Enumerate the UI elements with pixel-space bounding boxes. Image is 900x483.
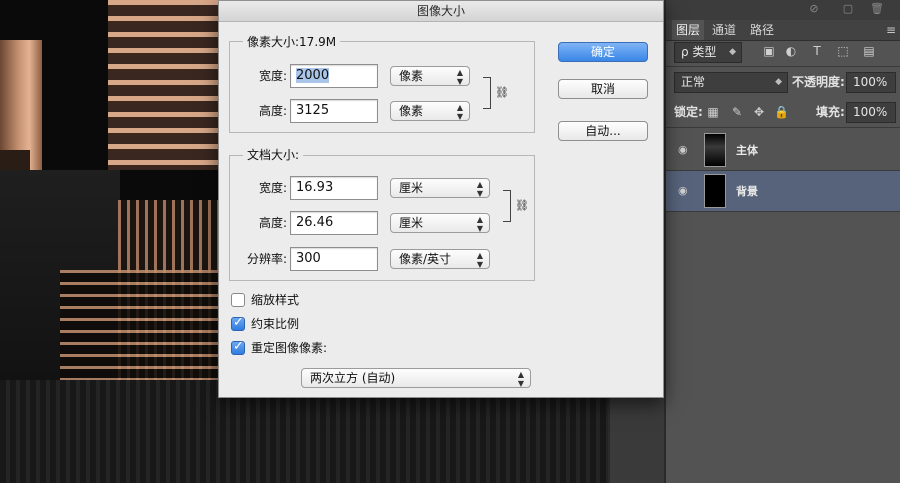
constrain-proportions-checkbox[interactable]	[231, 315, 245, 331]
panel-topbar: ⊘ ▢ 🗑	[666, 0, 900, 20]
resolution-label: 分辨率:	[246, 252, 287, 266]
filter-kind-select[interactable]: ρ 类型 ◆	[674, 42, 742, 63]
ok-button[interactable]: 确定	[558, 42, 648, 62]
fill-label: 填充:	[816, 105, 845, 119]
adjustment-filter-icon[interactable]: ◐	[784, 44, 798, 58]
eye-icon[interactable]: ◉	[678, 185, 692, 197]
layer-thumbnail	[704, 133, 726, 167]
doc-width-label: 宽度:	[258, 181, 287, 195]
layer-thumbnail	[704, 174, 726, 208]
opacity-value: 100%	[853, 75, 888, 89]
pixel-width-input[interactable]: 2000	[290, 64, 378, 88]
square-icon[interactable]: ▢	[842, 3, 854, 15]
pixel-height-label: 高度:	[258, 104, 287, 118]
chain-link-icon: ⛓	[515, 199, 529, 212]
lock-brush-icon[interactable]: ✎	[730, 105, 744, 119]
doc-height-value: 26.46	[296, 215, 334, 230]
divider	[666, 211, 900, 212]
dialog-title: 图像大小	[219, 1, 663, 22]
image-filter-icon[interactable]: ▣	[762, 44, 776, 58]
opacity-label: 不透明度:	[792, 75, 845, 89]
opacity-input[interactable]: 100%	[846, 72, 896, 93]
layer-name: 背景	[736, 185, 758, 198]
chevron-updown-icon: ▲ ▼	[476, 251, 483, 269]
tab-paths[interactable]: 路径	[746, 20, 778, 40]
layer-row[interactable]: ◉ 背景	[666, 171, 900, 211]
pixel-width-unit-select[interactable]: 像素 ▲ ▼	[390, 66, 470, 86]
pixel-dimensions-title: 像素大小:17.9M	[243, 35, 341, 49]
resample-checkbox[interactable]	[231, 339, 245, 355]
pixel-height-unit-select[interactable]: 像素 ▲ ▼	[390, 101, 470, 121]
fill-value: 100%	[853, 105, 888, 119]
lock-move-icon[interactable]: ✥	[752, 105, 766, 119]
shape-filter-icon[interactable]: ⬚	[836, 44, 850, 58]
doc-width-value: 16.93	[296, 180, 334, 195]
doc-height-input[interactable]: 26.46	[290, 211, 378, 235]
resolution-unit: 像素/英寸	[399, 252, 452, 266]
doc-height-unit-select[interactable]: 厘米 ▲ ▼	[390, 213, 490, 233]
resample-label: 重定图像像素:	[251, 341, 328, 355]
resolution-value: 300	[296, 251, 321, 266]
layers-panel: ⊘ ▢ 🗑 图层 通道 路径 ≡ ρ 类型 ◆ ▣ ◐ T ⬚ ▤ 正常 ◆ 不…	[666, 0, 900, 483]
trash-icon[interactable]: 🗑	[870, 3, 884, 15]
pixel-height-value: 3125	[296, 103, 330, 118]
chevron-updown-icon: ▲ ▼	[476, 180, 483, 198]
tab-channels[interactable]: 通道	[708, 20, 740, 40]
link-bracket	[503, 190, 511, 222]
doc-width-unit: 厘米	[399, 181, 424, 195]
chain-link-icon: ⛓	[495, 86, 509, 99]
doc-height-label: 高度:	[258, 216, 287, 230]
layer-row[interactable]: ◉ 主体	[666, 130, 900, 170]
document-size-title: 文档大小:	[243, 148, 304, 162]
no-icon[interactable]: ⊘	[808, 3, 820, 15]
divider	[666, 66, 900, 67]
filter-kind-label: ρ 类型	[681, 45, 717, 59]
scale-styles-label: 缩放样式	[251, 293, 300, 307]
building-shape	[108, 0, 220, 170]
fill-input[interactable]: 100%	[846, 102, 896, 123]
pixel-width-label: 宽度:	[258, 69, 287, 83]
resample-method-select[interactable]: 两次立方 (自动) ▲ ▼	[301, 368, 531, 388]
scale-styles-checkbox[interactable]	[231, 293, 245, 307]
panel-menu-icon[interactable]: ≡	[886, 20, 896, 40]
auto-button[interactable]: 自动...	[558, 121, 648, 141]
chevron-updown-icon: ▲ ▼	[517, 370, 524, 388]
pixel-height-input[interactable]: 3125	[290, 99, 378, 123]
pixel-width-value: 2000	[296, 68, 330, 83]
chevron-updown-icon: ◆	[775, 77, 782, 87]
eye-icon[interactable]: ◉	[678, 144, 692, 156]
resolution-input[interactable]: 300	[290, 247, 378, 271]
lock-all-icon[interactable]: 🔒	[774, 105, 789, 119]
link-bracket	[483, 77, 491, 109]
image-size-dialog: 图像大小 像素大小:17.9M 宽度: 2000 像素 ▲ ▼ 高度: 3125 …	[218, 0, 664, 398]
constrain-proportions-label: 约束比例	[251, 317, 300, 331]
type-filter-icon[interactable]: T	[810, 44, 824, 58]
chevron-updown-icon: ▲ ▼	[456, 103, 463, 121]
blend-mode-label: 正常	[681, 75, 706, 89]
doc-height-unit: 厘米	[399, 216, 424, 230]
lock-transparent-icon[interactable]: ▦	[706, 105, 720, 119]
blend-mode-select[interactable]: 正常 ◆	[674, 72, 788, 93]
cancel-button[interactable]: 取消	[558, 79, 648, 99]
pixel-width-unit: 像素	[399, 69, 424, 83]
tab-layers[interactable]: 图层	[672, 20, 705, 40]
panel-tabs: 图层 通道 路径 ≡	[666, 20, 900, 41]
layer-name: 主体	[736, 144, 758, 157]
chevron-updown-icon: ▲ ▼	[476, 215, 483, 233]
chevron-updown-icon: ◆	[729, 47, 736, 57]
resolution-unit-select[interactable]: 像素/英寸 ▲ ▼	[390, 249, 490, 269]
smartobject-filter-icon[interactable]: ▤	[862, 44, 876, 58]
resample-method-label: 两次立方 (自动)	[310, 371, 396, 385]
pixel-height-unit: 像素	[399, 104, 424, 118]
doc-width-unit-select[interactable]: 厘米 ▲ ▼	[390, 178, 490, 198]
divider	[666, 127, 900, 128]
chevron-updown-icon: ▲ ▼	[456, 68, 463, 86]
lock-label: 锁定:	[674, 105, 703, 119]
doc-width-input[interactable]: 16.93	[290, 176, 378, 200]
